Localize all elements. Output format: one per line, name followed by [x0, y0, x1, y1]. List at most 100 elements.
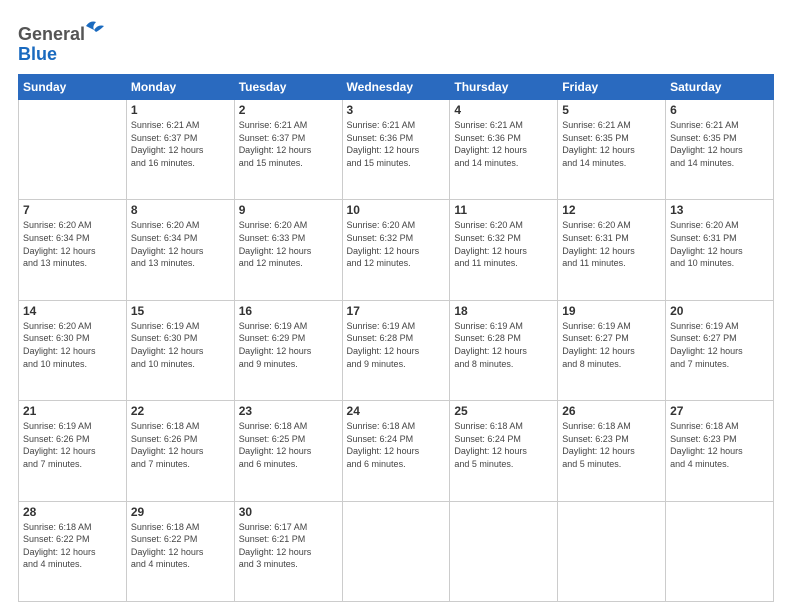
- day-info: Sunrise: 6:20 AM Sunset: 6:31 PM Dayligh…: [670, 219, 769, 269]
- calendar-cell: 13 Sunrise: 6:20 AM Sunset: 6:31 PM Dayli…: [666, 200, 774, 300]
- day-number: 10: [347, 203, 446, 217]
- calendar-cell: 24Sunrise: 6:18 AM Sunset: 6:24 PM Dayli…: [342, 401, 450, 501]
- calendar-body: 1 Sunrise: 6:21 AM Sunset: 6:37 PM Daylig…: [19, 100, 774, 602]
- calendar-cell: 4Sunrise: 6:21 AM Sunset: 6:36 PM Daylig…: [450, 100, 558, 200]
- calendar-header-row: SundayMondayTuesdayWednesdayThursdayFrid…: [19, 75, 774, 100]
- calendar-cell: 15 Sunrise: 6:19 AM Sunset: 6:30 PM Dayli…: [126, 300, 234, 400]
- day-number: 25: [454, 404, 553, 418]
- day-info: Sunrise: 6:18 AM Sunset: 6:22 PM Dayligh…: [23, 521, 122, 571]
- day-header-tuesday: Tuesday: [234, 75, 342, 100]
- day-number: 18: [454, 304, 553, 318]
- day-info: Sunrise: 6:21 AM Sunset: 6:35 PM Dayligh…: [562, 119, 661, 169]
- day-number: 17: [347, 304, 446, 318]
- calendar-cell: 25 Sunrise: 6:18 AM Sunset: 6:24 PM Dayli…: [450, 401, 558, 501]
- day-number: 1: [131, 103, 230, 117]
- day-info: Sunrise: 6:20 AM Sunset: 6:34 PM Dayligh…: [23, 219, 122, 269]
- day-info: Sunrise: 6:21 AM Sunset: 6:37 PM Dayligh…: [131, 119, 230, 169]
- calendar-cell: 21 Sunrise: 6:19 AM Sunset: 6:26 PM Dayli…: [19, 401, 127, 501]
- day-number: 2: [239, 103, 338, 117]
- day-number: 29: [131, 505, 230, 519]
- day-info: Sunrise: 6:19 AM Sunset: 6:28 PM Dayligh…: [347, 320, 446, 370]
- day-info: Sunrise: 6:20 AM Sunset: 6:34 PM Dayligh…: [131, 219, 230, 269]
- calendar-cell: 16 Sunrise: 6:19 AM Sunset: 6:29 PM Dayli…: [234, 300, 342, 400]
- day-info: Sunrise: 6:19 AM Sunset: 6:30 PM Dayligh…: [131, 320, 230, 370]
- calendar-cell: 10 Sunrise: 6:20 AM Sunset: 6:32 PM Dayli…: [342, 200, 450, 300]
- day-info: Sunrise: 6:21 AM Sunset: 6:35 PM Dayligh…: [670, 119, 769, 169]
- day-number: 27: [670, 404, 769, 418]
- calendar-cell: 3 Sunrise: 6:21 AM Sunset: 6:36 PM Daylig…: [342, 100, 450, 200]
- day-info: Sunrise: 6:20 AM Sunset: 6:32 PM Dayligh…: [347, 219, 446, 269]
- calendar-cell: 27 Sunrise: 6:18 AM Sunset: 6:23 PM Dayli…: [666, 401, 774, 501]
- day-info: Sunrise: 6:20 AM Sunset: 6:33 PM Dayligh…: [239, 219, 338, 269]
- day-header-wednesday: Wednesday: [342, 75, 450, 100]
- day-info: Sunrise: 6:20 AM Sunset: 6:32 PM Dayligh…: [454, 219, 553, 269]
- calendar-cell: [450, 501, 558, 601]
- calendar-cell: [666, 501, 774, 601]
- calendar-cell: 1 Sunrise: 6:21 AM Sunset: 6:37 PM Daylig…: [126, 100, 234, 200]
- day-info: Sunrise: 6:18 AM Sunset: 6:22 PM Dayligh…: [131, 521, 230, 571]
- day-number: 5: [562, 103, 661, 117]
- day-header-monday: Monday: [126, 75, 234, 100]
- day-number: 19: [562, 304, 661, 318]
- day-number: 8: [131, 203, 230, 217]
- day-number: 9: [239, 203, 338, 217]
- page: General Blue SundayMondayTuesdayWednesda…: [0, 0, 792, 612]
- day-info: Sunrise: 6:18 AM Sunset: 6:23 PM Dayligh…: [670, 420, 769, 470]
- day-info: Sunrise: 6:21 AM Sunset: 6:36 PM Dayligh…: [347, 119, 446, 169]
- day-number: 28: [23, 505, 122, 519]
- day-info: Sunrise: 6:19 AM Sunset: 6:26 PM Dayligh…: [23, 420, 122, 470]
- day-number: 16: [239, 304, 338, 318]
- calendar-week-5: 28 Sunrise: 6:18 AM Sunset: 6:22 PM Dayli…: [19, 501, 774, 601]
- calendar-cell: [342, 501, 450, 601]
- calendar-cell: 6 Sunrise: 6:21 AM Sunset: 6:35 PM Daylig…: [666, 100, 774, 200]
- day-info: Sunrise: 6:21 AM Sunset: 6:37 PM Dayligh…: [239, 119, 338, 169]
- day-number: 3: [347, 103, 446, 117]
- calendar-cell: 30 Sunrise: 6:17 AM Sunset: 6:21 PM Dayli…: [234, 501, 342, 601]
- day-number: 12: [562, 203, 661, 217]
- day-header-thursday: Thursday: [450, 75, 558, 100]
- day-info: Sunrise: 6:18 AM Sunset: 6:25 PM Dayligh…: [239, 420, 338, 470]
- day-number: 21: [23, 404, 122, 418]
- day-number: 26: [562, 404, 661, 418]
- day-number: 30: [239, 505, 338, 519]
- day-number: 23: [239, 404, 338, 418]
- day-number: 13: [670, 203, 769, 217]
- day-header-sunday: Sunday: [19, 75, 127, 100]
- calendar-cell: 23 Sunrise: 6:18 AM Sunset: 6:25 PM Dayli…: [234, 401, 342, 501]
- day-info: Sunrise: 6:18 AM Sunset: 6:26 PM Dayligh…: [131, 420, 230, 470]
- calendar-cell: 22 Sunrise: 6:18 AM Sunset: 6:26 PM Dayli…: [126, 401, 234, 501]
- calendar-week-1: 1 Sunrise: 6:21 AM Sunset: 6:37 PM Daylig…: [19, 100, 774, 200]
- day-number: 22: [131, 404, 230, 418]
- calendar-week-3: 14 Sunrise: 6:20 AM Sunset: 6:30 PM Dayli…: [19, 300, 774, 400]
- calendar-cell: 11Sunrise: 6:20 AM Sunset: 6:32 PM Dayli…: [450, 200, 558, 300]
- day-info: Sunrise: 6:19 AM Sunset: 6:28 PM Dayligh…: [454, 320, 553, 370]
- calendar-cell: 14 Sunrise: 6:20 AM Sunset: 6:30 PM Dayli…: [19, 300, 127, 400]
- day-info: Sunrise: 6:17 AM Sunset: 6:21 PM Dayligh…: [239, 521, 338, 571]
- day-number: 20: [670, 304, 769, 318]
- day-info: Sunrise: 6:21 AM Sunset: 6:36 PM Dayligh…: [454, 119, 553, 169]
- day-info: Sunrise: 6:20 AM Sunset: 6:31 PM Dayligh…: [562, 219, 661, 269]
- day-header-friday: Friday: [558, 75, 666, 100]
- svg-text:General: General: [18, 24, 85, 44]
- calendar-cell: 7Sunrise: 6:20 AM Sunset: 6:34 PM Daylig…: [19, 200, 127, 300]
- day-info: Sunrise: 6:19 AM Sunset: 6:27 PM Dayligh…: [562, 320, 661, 370]
- calendar-cell: 28 Sunrise: 6:18 AM Sunset: 6:22 PM Dayli…: [19, 501, 127, 601]
- logo: General Blue: [18, 18, 113, 66]
- calendar-week-2: 7Sunrise: 6:20 AM Sunset: 6:34 PM Daylig…: [19, 200, 774, 300]
- calendar-table: SundayMondayTuesdayWednesdayThursdayFrid…: [18, 74, 774, 602]
- day-info: Sunrise: 6:18 AM Sunset: 6:24 PM Dayligh…: [347, 420, 446, 470]
- day-number: 15: [131, 304, 230, 318]
- day-number: 14: [23, 304, 122, 318]
- day-info: Sunrise: 6:19 AM Sunset: 6:29 PM Dayligh…: [239, 320, 338, 370]
- calendar-cell: 5 Sunrise: 6:21 AM Sunset: 6:35 PM Daylig…: [558, 100, 666, 200]
- calendar-cell: [19, 100, 127, 200]
- day-info: Sunrise: 6:18 AM Sunset: 6:24 PM Dayligh…: [454, 420, 553, 470]
- calendar-cell: 19 Sunrise: 6:19 AM Sunset: 6:27 PM Dayli…: [558, 300, 666, 400]
- calendar-cell: 2 Sunrise: 6:21 AM Sunset: 6:37 PM Daylig…: [234, 100, 342, 200]
- day-info: Sunrise: 6:18 AM Sunset: 6:23 PM Dayligh…: [562, 420, 661, 470]
- calendar-cell: 8 Sunrise: 6:20 AM Sunset: 6:34 PM Daylig…: [126, 200, 234, 300]
- calendar-cell: 26 Sunrise: 6:18 AM Sunset: 6:23 PM Dayli…: [558, 401, 666, 501]
- day-number: 6: [670, 103, 769, 117]
- day-info: Sunrise: 6:20 AM Sunset: 6:30 PM Dayligh…: [23, 320, 122, 370]
- calendar-week-4: 21 Sunrise: 6:19 AM Sunset: 6:26 PM Dayli…: [19, 401, 774, 501]
